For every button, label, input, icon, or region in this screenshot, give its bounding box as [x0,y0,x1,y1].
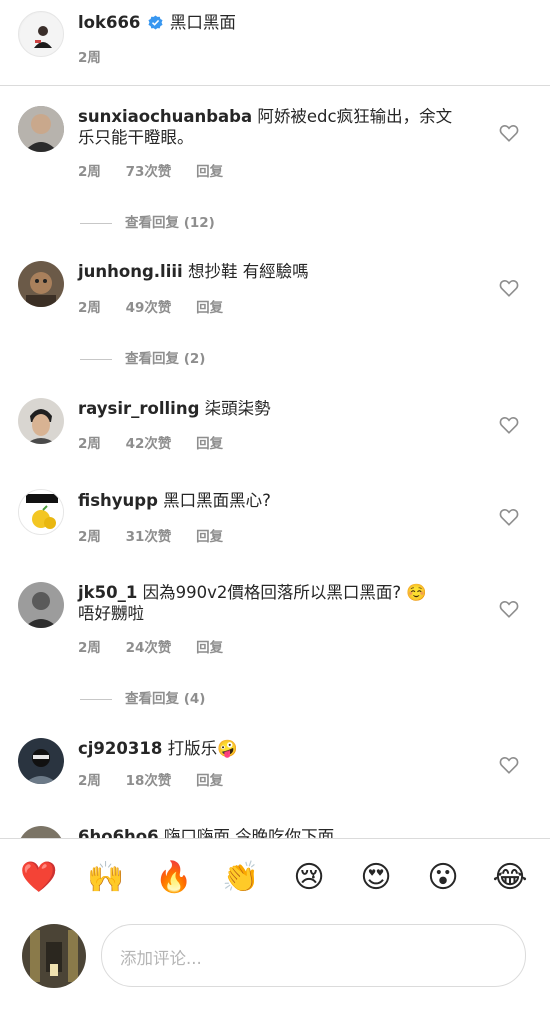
raising-hands-emoji-button[interactable]: 🙌 [87,859,125,897]
comment-text: 柒頭柒勢 [204,399,271,418]
comment-time: 2周 [78,164,101,180]
crying-face-emoji-button[interactable]: 😢 [290,859,328,897]
caption-line: lok666 黑口黑面 [78,12,236,33]
avatar[interactable] [18,738,64,784]
fire-emoji-button[interactable]: 🔥 [155,859,193,897]
avatar[interactable] [18,582,64,628]
reply-button[interactable]: 回复 [196,436,223,452]
comment-text-continued: 唔好嬲啦 [78,604,144,623]
heart-eyes-emoji-button[interactable]: 😍 [357,859,395,897]
caption-text: 黑口黑面 [169,13,236,32]
comment-likes[interactable]: 18次赞 [126,773,172,789]
comment-time: 2周 [78,529,101,545]
comment-time: 2周 [78,773,101,789]
replies-divider [80,358,112,360]
comment-likes[interactable]: 73次赞 [126,164,172,180]
comment-input[interactable]: 添加评论... [101,924,526,987]
avatar[interactable] [18,106,64,152]
comment-meta: 2周 49次赞 回复 [78,296,243,316]
like-heart-icon[interactable] [499,124,519,142]
like-heart-icon[interactable] [499,416,519,434]
avatar[interactable] [18,398,64,444]
comment-meta: 2周 24次赞 回复 [78,636,243,656]
reply-button[interactable]: 回复 [196,164,223,180]
like-heart-icon[interactable] [499,279,519,297]
comment-text: 因為990v2價格回落所以黑口黑面? ☺️ [142,583,427,602]
view-replies-link[interactable]: 查看回复 (2) [80,347,205,367]
comment-likes[interactable]: 42次赞 [126,436,172,452]
comment-line: jk50_1 因為990v2價格回落所以黑口黑面? ☺️ [78,582,427,603]
current-user-avatar[interactable] [22,924,86,988]
comment-meta: 2周 42次赞 回复 [78,432,243,452]
view-replies-label: 查看回复 (4) [125,691,206,707]
emoji-quick-bar: ❤️ 🙌 🔥 👏 😢 😍 😮 😂 [0,838,550,924]
view-replies-link[interactable]: 查看回复 (12) [80,211,215,231]
comment-username[interactable]: 6ho6ho6 [78,827,159,838]
view-replies-link[interactable]: 查看回复 (4) [80,687,205,707]
reply-button[interactable]: 回复 [196,640,223,656]
comment-line: fishyupp 黑口黑面黑心? [78,490,271,511]
comment-line: junhong.liii 想抄鞋 有經驗嗎 [78,261,309,282]
surprised-face-emoji-button[interactable]: 😮 [424,859,462,897]
comment-text: 嗨口嗨面 今晚吃你下面 [163,827,335,838]
replies-divider [80,698,112,700]
comment-username[interactable]: sunxiaochuanbaba [78,107,252,126]
avatar[interactable] [18,11,64,57]
like-heart-icon[interactable] [499,600,519,618]
comment-likes[interactable]: 31次赞 [126,529,172,545]
comment-username[interactable]: jk50_1 [78,583,137,602]
tears-of-joy-emoji-button[interactable]: 😂 [491,859,529,897]
like-heart-icon[interactable] [499,508,519,526]
view-replies-label: 查看回复 (2) [125,351,206,367]
comment-text: 想抄鞋 有經驗嗎 [187,262,309,281]
comment-username[interactable]: cj920318 [78,739,162,758]
reply-button[interactable]: 回复 [196,300,223,316]
comment-item: 6ho6ho6 嗨口嗨面 今晚吃你下面 [0,822,550,838]
red-heart-emoji-button[interactable]: ❤️ [20,859,58,897]
comment-time: 2周 [78,436,101,452]
avatar[interactable] [18,261,64,307]
post-caption: lok666 黑口黑面 2周 [0,0,550,86]
comment-line: sunxiaochuanbaba 阿娇被edc疯狂输出，余文 [78,106,452,127]
comment-likes[interactable]: 24次赞 [126,640,172,656]
comment-line: 6ho6ho6 嗨口嗨面 今晚吃你下面 [78,826,334,838]
replies-divider [80,222,112,224]
caption-meta: 2周 [78,46,121,66]
comment-likes[interactable]: 49次赞 [126,300,172,316]
comment-composer: 添加评论... [0,924,550,1012]
caption-username[interactable]: lok666 [78,13,140,32]
avatar[interactable] [18,826,64,838]
comment-username[interactable]: fishyupp [78,491,158,510]
comment-input-placeholder: 添加评论... [120,949,202,968]
avatar[interactable] [18,489,64,535]
comment-line: raysir_rolling 柒頭柒勢 [78,398,271,419]
reply-button[interactable]: 回复 [196,529,223,545]
comment-text-continued: 乐只能干瞪眼。 [78,128,194,147]
comment-meta: 2周 18次赞 回复 [78,769,243,789]
comment-meta: 2周 73次赞 回复 [78,160,243,180]
reply-button[interactable]: 回复 [196,773,223,789]
comment-username[interactable]: raysir_rolling [78,399,199,418]
comment-username[interactable]: junhong.liii [78,262,183,281]
comment-text: 黑口黑面黑心? [163,491,271,510]
caption-time: 2周 [78,50,101,66]
view-replies-label: 查看回复 (12) [125,215,215,231]
comment-meta: 2周 31次赞 回复 [78,525,243,545]
comment-text: 阿娇被edc疯狂输出，余文 [257,107,453,126]
comment-time: 2周 [78,640,101,656]
comment-line: cj920318 打版乐🤪 [78,738,238,759]
comment-text: 打版乐🤪 [167,739,238,758]
verified-badge-icon [148,15,163,30]
like-heart-icon[interactable] [499,756,519,774]
comment-time: 2周 [78,300,101,316]
clapping-hands-emoji-button[interactable]: 👏 [222,859,260,897]
